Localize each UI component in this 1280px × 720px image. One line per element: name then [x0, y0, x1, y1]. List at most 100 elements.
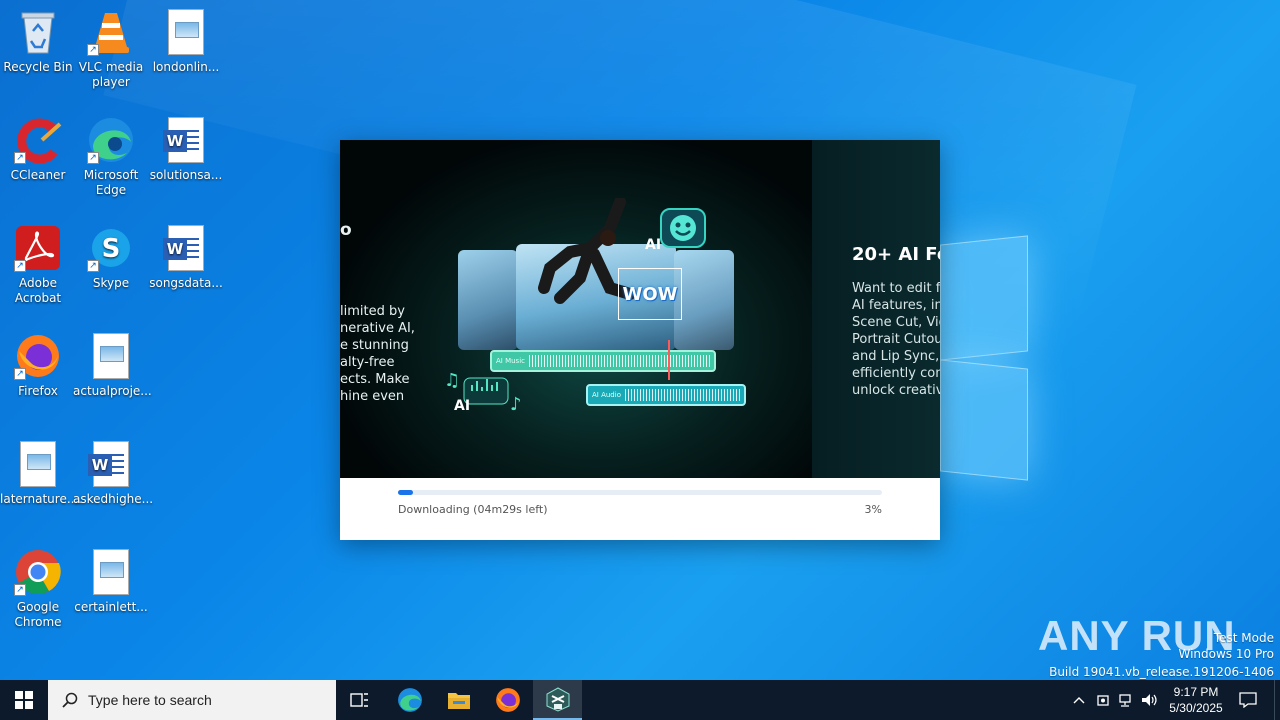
slide-text-line: nerative AI,	[340, 321, 415, 336]
desktop-icon-label: Adobe Acrobat	[14, 276, 62, 305]
vlc-icon: ↗	[87, 8, 135, 56]
desktop-icon-label: Firefox	[18, 384, 58, 398]
desktop-icon-skype[interactable]: S ↗ Skype	[73, 224, 149, 291]
desktop-icon-songsdata[interactable]: W songsdata...	[148, 224, 224, 291]
svg-text:♫: ♫	[444, 370, 460, 391]
speaker-icon	[1142, 694, 1157, 706]
illustration-photo-left	[458, 250, 518, 350]
notification-icon	[1239, 692, 1257, 708]
volume-button[interactable]	[1138, 680, 1162, 720]
word-doc-icon: W	[87, 440, 135, 488]
slide-text-line: Scene Cut, Vid	[852, 315, 940, 330]
desktop-icon-certainlett[interactable]: certainlett...	[73, 548, 149, 615]
slide-text-line: efficiently com	[852, 366, 940, 381]
ai-audio-waveform: AI Audio	[586, 384, 746, 406]
desktop-icon-label: londonlin...	[152, 60, 220, 74]
taskbar-edge[interactable]	[386, 680, 434, 720]
show-desktop-button[interactable]	[1274, 680, 1280, 720]
taskbar-file-explorer[interactable]	[435, 680, 483, 720]
ai-audio-label: AI Audio	[592, 391, 621, 399]
wow-sticker: WOW	[618, 268, 682, 320]
taskbar-firefox[interactable]	[484, 680, 532, 720]
image-file-icon	[87, 548, 135, 596]
playhead	[668, 340, 670, 380]
ai-music-label: AI Music	[496, 357, 525, 365]
desktop-icon-askedhighe[interactable]: W askedhighe...	[73, 440, 154, 507]
search-icon	[62, 692, 78, 708]
desktop-icon-label: laternature....	[0, 492, 83, 506]
desktop-icon-label: Recycle Bin	[3, 60, 73, 74]
desktop-icon-actualproje[interactable]: actualproje...	[73, 332, 152, 399]
ccleaner-icon: ↗	[14, 116, 62, 164]
desktop-icon-firefox[interactable]: ↗ Firefox	[0, 332, 76, 399]
network-button[interactable]	[1115, 680, 1137, 720]
desktop-icon-google-chrome[interactable]: ↗ Google Chrome	[0, 548, 76, 630]
desktop-icon-label: Microsoft Edge	[83, 168, 139, 197]
taskbar-search-box[interactable]: Type here to search	[48, 680, 336, 720]
task-view-button[interactable]	[336, 680, 384, 720]
taskbar-installer-app[interactable]	[533, 680, 582, 720]
slide-text-line: Want to edit fa	[852, 281, 940, 296]
svg-text:S: S	[102, 234, 121, 264]
slide-heading-fragment: o	[340, 220, 352, 240]
ai-emoji-badge	[660, 208, 706, 248]
build-info-line: Build 19041.vb_release.191206-1406	[1049, 665, 1274, 679]
slide-text-line: and Lip Sync, n	[852, 349, 940, 364]
desktop-icon-label: certainlett...	[74, 600, 148, 614]
slide-title: 20+ AI Fea	[852, 244, 940, 265]
desktop-icon-label: askedhighe...	[73, 492, 154, 506]
carousel-slide-next: 20+ AI Fea Want to edit fa AI features, …	[812, 140, 940, 478]
windows-edition-line: Windows 10 Pro	[1178, 647, 1274, 661]
show-hidden-icons-button[interactable]	[1068, 680, 1090, 720]
firefox-icon	[496, 688, 520, 712]
windows-start-icon	[15, 691, 33, 709]
acrobat-icon: ↗	[14, 224, 62, 272]
clock-date: 5/30/2025	[1169, 701, 1223, 715]
desktop-icon-label: VLC media player	[78, 60, 144, 89]
slide-text-line: ects. Make	[340, 372, 410, 387]
image-file-icon	[162, 8, 210, 56]
ai-music-notes-icon: ♫ AI ♪	[444, 370, 522, 414]
desktop-icon-recycle-bin[interactable]: Recycle Bin	[0, 8, 76, 75]
slide-text-line: unlock creative	[852, 383, 940, 398]
edge-icon	[398, 688, 422, 712]
desktop-icon-label: Google Chrome	[14, 600, 62, 629]
progress-fill	[398, 490, 413, 495]
download-progress-panel: Downloading (04m29s left) 3%	[340, 478, 940, 540]
taskbar: Type here to search 9:17 PM 5/30/2025	[0, 680, 1280, 720]
firefox-icon: ↗	[14, 332, 62, 380]
progress-track	[398, 490, 882, 495]
download-percent: 3%	[864, 503, 882, 516]
tray-app-icon[interactable]	[1092, 680, 1114, 720]
desktop-icon-label: CCleaner	[10, 168, 66, 182]
desktop-icon-londonlin[interactable]: londonlin...	[148, 8, 224, 75]
recycle-bin-icon	[14, 8, 62, 56]
desktop: Recycle Bin ↗ CCleaner ↗ Adobe Acrobat ↗…	[0, 0, 1280, 680]
desktop-icon-label: actualproje...	[73, 384, 152, 398]
desktop-icon-ccleaner[interactable]: ↗ CCleaner	[0, 116, 76, 183]
action-center-button[interactable]	[1232, 680, 1264, 720]
installer-icon	[546, 687, 569, 712]
edge-icon: ↗	[87, 116, 135, 164]
desktop-icon-vlc[interactable]: ↗ VLC media player	[73, 8, 149, 90]
desktop-icon-solutionsa[interactable]: W solutionsa...	[148, 116, 224, 183]
desktop-icon-laternature[interactable]: laternature....	[0, 440, 83, 507]
desktop-icon-label: songsdata...	[149, 276, 223, 290]
desktop-icon-adobe-acrobat[interactable]: ↗ Adobe Acrobat	[0, 224, 76, 306]
clock[interactable]: 9:17 PM 5/30/2025	[1164, 680, 1228, 720]
word-doc-icon: W	[162, 116, 210, 164]
svg-text:♪: ♪	[510, 394, 522, 414]
svg-text:AI: AI	[454, 398, 470, 414]
image-file-icon	[87, 332, 135, 380]
network-icon	[1119, 694, 1131, 707]
tray-app-icon-glyph	[1097, 695, 1109, 706]
word-doc-icon: W	[162, 224, 210, 272]
installer-window[interactable]: o limited by nerative AI, e stunning alt…	[340, 140, 940, 540]
skype-icon: S ↗	[87, 224, 135, 272]
slide-text-line: limited by	[340, 304, 405, 319]
start-button[interactable]	[0, 680, 48, 720]
desktop-icon-microsoft-edge[interactable]: ↗ Microsoft Edge	[73, 116, 149, 198]
slide-text-line: alty-free	[340, 355, 395, 370]
test-mode-line: Test Mode	[1213, 631, 1274, 645]
image-file-icon	[14, 440, 62, 488]
